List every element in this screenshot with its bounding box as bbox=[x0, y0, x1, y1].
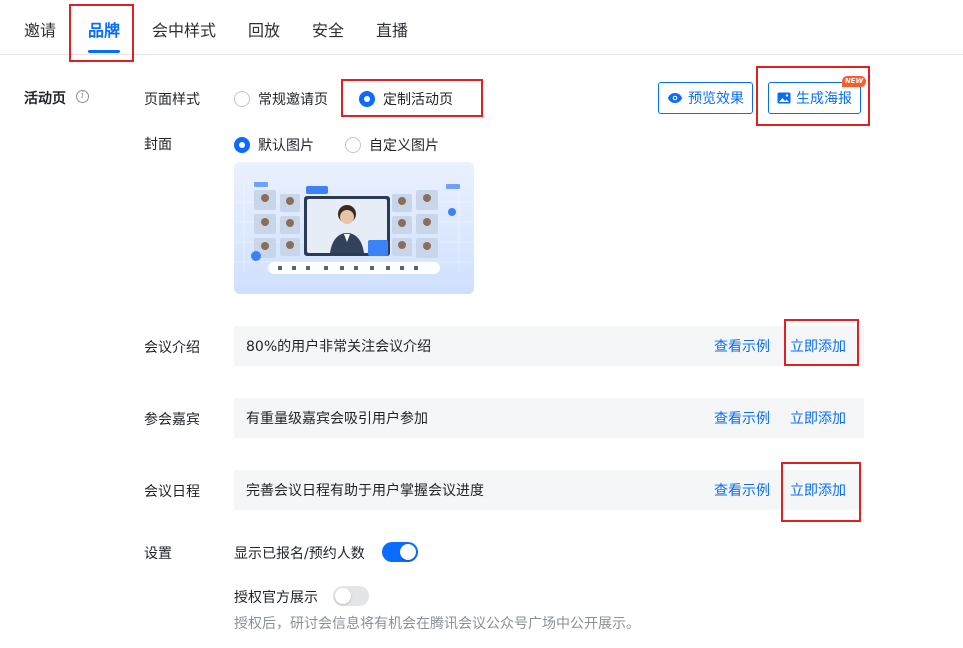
radio-label: 常规邀请页 bbox=[258, 92, 328, 108]
active-tab-indicator bbox=[88, 50, 120, 53]
settings-label: 设置 bbox=[144, 546, 172, 562]
radio-default-image[interactable]: 默认图片 bbox=[234, 135, 314, 155]
tab-bar: 邀请 品牌 会中样式 回放 安全 直播 bbox=[0, 0, 963, 55]
radio-checked-icon bbox=[359, 91, 375, 107]
new-badge: NEW bbox=[842, 76, 866, 87]
radio-circle-icon bbox=[345, 137, 361, 153]
agenda-text: 完善会议日程有助于用户掌握会议进度 bbox=[246, 483, 484, 499]
radio-circle-icon bbox=[234, 91, 250, 107]
radio-custom-activity[interactable]: 定制活动页 bbox=[359, 89, 453, 109]
info-icon[interactable]: i bbox=[76, 90, 89, 103]
tab-in-meeting-style[interactable]: 会中样式 bbox=[152, 19, 216, 43]
radio-label: 定制活动页 bbox=[383, 92, 453, 108]
show-count-label: 显示已报名/预约人数 bbox=[234, 546, 365, 562]
meeting-intro-text: 80%的用户非常关注会议介绍 bbox=[246, 339, 432, 355]
agenda-add-link[interactable]: 立即添加 bbox=[790, 480, 846, 500]
guests-example-link[interactable]: 查看示例 bbox=[714, 408, 770, 428]
toggle-knob bbox=[400, 544, 416, 560]
meeting-intro-row: 80%的用户非常关注会议介绍 查看示例 立即添加 bbox=[234, 326, 864, 366]
official-display-label: 授权官方展示 bbox=[234, 590, 318, 606]
guests-row: 有重量级嘉宾会吸引用户参加 查看示例 立即添加 bbox=[234, 398, 864, 438]
cover-label: 封面 bbox=[144, 137, 172, 153]
official-display-toggle[interactable] bbox=[333, 586, 369, 606]
tab-security[interactable]: 安全 bbox=[312, 19, 344, 43]
agenda-label: 会议日程 bbox=[144, 484, 200, 500]
cover-illustration bbox=[234, 162, 474, 294]
generate-poster-label: 生成海报 bbox=[796, 91, 852, 107]
meeting-intro-label: 会议介绍 bbox=[144, 340, 200, 356]
radio-custom-image[interactable]: 自定义图片 bbox=[345, 135, 439, 155]
radio-checked-icon bbox=[234, 137, 250, 153]
tab-playback[interactable]: 回放 bbox=[248, 19, 280, 43]
guests-add-link[interactable]: 立即添加 bbox=[790, 408, 846, 428]
radio-regular-invite[interactable]: 常规邀请页 bbox=[234, 89, 328, 109]
tab-live[interactable]: 直播 bbox=[376, 19, 408, 43]
cover-image[interactable] bbox=[234, 162, 474, 294]
tab-invite[interactable]: 邀请 bbox=[24, 19, 56, 43]
agenda-row: 完善会议日程有助于用户掌握会议进度 查看示例 立即添加 bbox=[234, 470, 864, 510]
show-count-toggle[interactable] bbox=[382, 542, 418, 562]
image-icon bbox=[777, 92, 791, 104]
guests-label: 参会嘉宾 bbox=[144, 412, 200, 428]
tab-brand[interactable]: 品牌 bbox=[88, 19, 120, 43]
radio-label: 默认图片 bbox=[258, 138, 314, 154]
meeting-intro-add-link[interactable]: 立即添加 bbox=[790, 336, 846, 356]
eye-icon bbox=[668, 93, 682, 103]
agenda-example-link[interactable]: 查看示例 bbox=[714, 480, 770, 500]
guests-text: 有重量级嘉宾会吸引用户参加 bbox=[246, 411, 428, 427]
preview-button[interactable]: 预览效果 bbox=[658, 82, 753, 114]
page-style-label: 页面样式 bbox=[144, 92, 200, 108]
toggle-knob bbox=[335, 588, 351, 604]
official-display-hint: 授权后，研讨会信息将有机会在腾讯会议公众号广场中公开展示。 bbox=[234, 616, 640, 632]
preview-button-label: 预览效果 bbox=[688, 91, 744, 107]
meeting-intro-example-link[interactable]: 查看示例 bbox=[714, 336, 770, 356]
section-title: 活动页 bbox=[24, 91, 66, 107]
radio-label: 自定义图片 bbox=[369, 138, 439, 154]
